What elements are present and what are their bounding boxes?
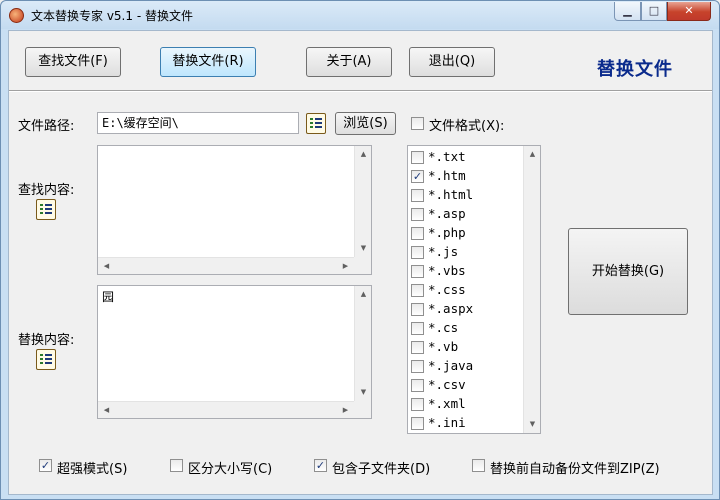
- file-format-item[interactable]: *.txt: [411, 148, 523, 167]
- file-format-checkbox[interactable]: [411, 322, 424, 335]
- option-label: 区分大小写(C): [188, 462, 273, 477]
- file-format-item[interactable]: *.php: [411, 224, 523, 243]
- file-format-checkbox[interactable]: [411, 246, 424, 259]
- file-format-item[interactable]: *.aspx: [411, 300, 523, 319]
- scroll-corner: [354, 257, 371, 274]
- vertical-scrollbar[interactable]: ▲ ▼: [523, 146, 540, 433]
- replace-files-button[interactable]: 替换文件(R): [160, 47, 256, 77]
- file-format-label: *.htm: [428, 168, 466, 183]
- replace-content-label: 替换内容:: [18, 333, 75, 348]
- scroll-left-icon[interactable]: ◀: [98, 402, 115, 419]
- scroll-down-icon[interactable]: ▼: [355, 240, 372, 257]
- file-format-checkbox[interactable]: [411, 284, 424, 297]
- file-format-label: *.html: [428, 187, 474, 202]
- list-edit-icon[interactable]: [36, 349, 56, 370]
- minimize-button[interactable]: ▁: [614, 2, 641, 21]
- option-checkbox[interactable]: [170, 459, 183, 472]
- maximize-button[interactable]: □: [641, 2, 667, 21]
- file-format-checkbox[interactable]: [411, 341, 424, 354]
- scroll-left-icon[interactable]: ◀: [98, 258, 115, 275]
- file-format-item[interactable]: *.ini: [411, 414, 523, 433]
- title-bar[interactable]: 文本替换专家 v5.1 - 替换文件 ▁ □ ✕: [1, 1, 719, 29]
- scroll-up-icon[interactable]: ▲: [355, 146, 372, 163]
- browse-button[interactable]: 浏览(S): [335, 112, 396, 135]
- file-format-checkbox[interactable]: [411, 117, 424, 130]
- file-format-checkbox[interactable]: [411, 360, 424, 373]
- scroll-up-icon[interactable]: ▲: [524, 146, 541, 163]
- file-format-item[interactable]: *.csv: [411, 376, 523, 395]
- scroll-right-icon[interactable]: ▶: [337, 258, 354, 275]
- file-format-item[interactable]: *.js: [411, 243, 523, 262]
- file-format-label: *.cs: [428, 320, 459, 335]
- path-input[interactable]: E:\缓存空间\: [97, 112, 299, 134]
- file-format-label: *.aspx: [428, 301, 474, 316]
- scroll-corner: [354, 401, 371, 418]
- list-edit-icon[interactable]: [306, 113, 326, 134]
- file-format-label: *.vbs: [428, 263, 466, 278]
- file-format-checkbox[interactable]: [411, 265, 424, 278]
- path-label: 文件路径:: [18, 119, 75, 134]
- file-format-checkbox[interactable]: [411, 417, 424, 430]
- option-label: 包含子文件夹(D): [332, 462, 431, 477]
- horizontal-scrollbar[interactable]: ◀ ▶: [98, 257, 354, 274]
- file-format-item[interactable]: *.html: [411, 186, 523, 205]
- file-format-item[interactable]: *.cs: [411, 319, 523, 338]
- scroll-up-icon[interactable]: ▲: [355, 286, 372, 303]
- file-format-label: *.xml: [428, 396, 466, 411]
- app-window: 文本替换专家 v5.1 - 替换文件 ▁ □ ✕ 查找文件(F) 替换文件(R)…: [0, 0, 720, 500]
- vertical-scrollbar[interactable]: ▲ ▼: [354, 286, 371, 401]
- exit-button[interactable]: 退出(Q): [409, 47, 495, 77]
- find-content-label: 查找内容:: [18, 183, 75, 198]
- file-format-checkbox[interactable]: [411, 398, 424, 411]
- option-label: 超强模式(S): [57, 462, 128, 477]
- file-format-label: 文件格式(X):: [429, 119, 505, 134]
- file-format-item[interactable]: ✓ *.htm: [411, 167, 523, 186]
- start-replace-button[interactable]: 开始替换(G): [568, 228, 688, 315]
- window-title: 文本替换专家 v5.1 - 替换文件: [31, 9, 193, 23]
- option-checkbox[interactable]: ✓: [314, 459, 327, 472]
- find-files-button[interactable]: 查找文件(F): [25, 47, 121, 77]
- file-format-item[interactable]: *.vb: [411, 338, 523, 357]
- file-format-checkbox[interactable]: [411, 379, 424, 392]
- replace-content-textarea[interactable]: 园 ▲ ▼ ◀ ▶: [97, 285, 372, 419]
- file-format-list[interactable]: *.txt ✓ *.htm *.html *.asp *.php *.js *.vbs *.cs…: [407, 145, 541, 434]
- file-format-label: *.csv: [428, 377, 466, 392]
- file-format-item[interactable]: *.java: [411, 357, 523, 376]
- close-button[interactable]: ✕: [667, 2, 711, 21]
- file-format-checkbox[interactable]: [411, 189, 424, 202]
- file-format-label: *.java: [428, 358, 474, 373]
- file-format-checkbox[interactable]: [411, 208, 424, 221]
- file-format-item[interactable]: *.vbs: [411, 262, 523, 281]
- file-format-label: *.ini: [428, 415, 466, 430]
- scroll-right-icon[interactable]: ▶: [337, 402, 354, 419]
- find-content-textarea[interactable]: ▲ ▼ ◀ ▶: [97, 145, 372, 275]
- page-heading: 替换文件: [597, 59, 673, 80]
- file-format-item[interactable]: *.asp: [411, 205, 523, 224]
- file-format-label: *.txt: [428, 149, 466, 164]
- file-format-checkbox[interactable]: [411, 151, 424, 164]
- about-button[interactable]: 关于(A): [306, 47, 392, 77]
- horizontal-scrollbar[interactable]: ◀ ▶: [98, 401, 354, 418]
- file-format-label: *.js: [428, 244, 459, 259]
- option-label: 替换前自动备份文件到ZIP(Z): [490, 462, 660, 477]
- vertical-scrollbar[interactable]: ▲ ▼: [354, 146, 371, 257]
- scroll-down-icon[interactable]: ▼: [355, 384, 372, 401]
- scroll-down-icon[interactable]: ▼: [524, 416, 541, 433]
- app-icon: [9, 8, 24, 23]
- file-format-label: *.asp: [428, 206, 466, 221]
- file-format-label: *.css: [428, 282, 466, 297]
- file-format-item[interactable]: *.xml: [411, 395, 523, 414]
- file-format-label: *.vb: [428, 339, 459, 354]
- file-format-checkbox[interactable]: [411, 303, 424, 316]
- option-checkbox[interactable]: [472, 459, 485, 472]
- list-edit-icon[interactable]: [36, 199, 56, 220]
- file-format-item[interactable]: *.css: [411, 281, 523, 300]
- option-checkbox[interactable]: ✓: [39, 459, 52, 472]
- file-format-checkbox[interactable]: [411, 227, 424, 240]
- replace-content-text: 园: [102, 290, 115, 304]
- file-format-label: *.php: [428, 225, 466, 240]
- client-area: 查找文件(F) 替换文件(R) 关于(A) 退出(Q) 替换文件 文件路径: E…: [8, 30, 713, 495]
- toolbar-divider: [9, 90, 712, 92]
- file-format-checkbox[interactable]: ✓: [411, 170, 424, 183]
